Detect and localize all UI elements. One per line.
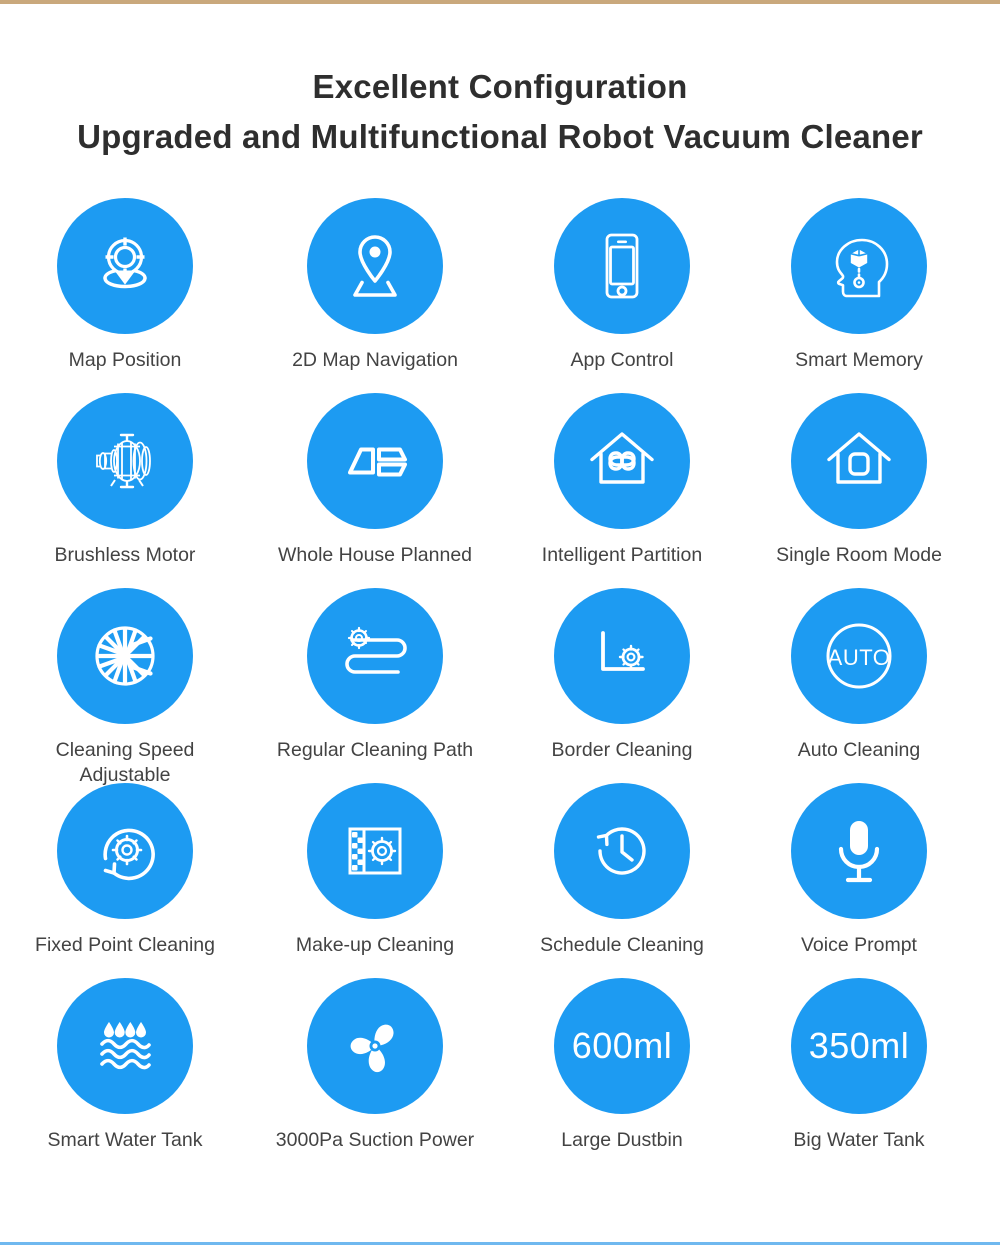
feature-item: Whole House Planned	[250, 393, 500, 588]
volume-text-icon: 350ml	[791, 978, 927, 1114]
feature-label: Single Room Mode	[776, 544, 942, 566]
feature-item: Cleaning Speed Adjustable	[0, 588, 250, 786]
water-tank-capacity-text: 350ml	[808, 1025, 910, 1066]
feature-label: Voice Prompt	[801, 934, 917, 956]
brushless-motor-icon	[57, 393, 193, 529]
feature-label: Smart Memory	[795, 349, 923, 371]
smartphone-icon	[554, 198, 690, 334]
house-partition-clover-icon	[554, 393, 690, 529]
feature-item: 3000Pa Suction Power	[250, 978, 500, 1173]
fan-blades-icon	[307, 978, 443, 1114]
dirty-area-robot-icon	[307, 783, 443, 919]
spiral-arrow-robot-icon	[57, 783, 193, 919]
auto-circle-icon: AUTO	[791, 588, 927, 724]
feature-item: Map Position	[0, 198, 250, 393]
feature-item: Smart Water Tank	[0, 978, 250, 1173]
feature-label: Make-up Cleaning	[295, 934, 455, 956]
feature-item: Smart Memory	[734, 198, 984, 393]
feature-item: Regular Cleaning Path	[250, 588, 500, 783]
feature-item: Intelligent Partition	[497, 393, 747, 588]
feature-item: Voice Prompt	[734, 783, 984, 978]
feature-label: Border Cleaning	[551, 739, 693, 761]
feature-label: Schedule Cleaning	[540, 934, 704, 956]
page-title-line-1: Excellent Configuration	[312, 68, 688, 105]
map-position-icon	[57, 198, 193, 334]
microphone-icon	[791, 783, 927, 919]
head-memory-cube-icon	[791, 198, 927, 334]
feature-item: AUTO Auto Cleaning	[734, 588, 984, 783]
feature-label: Smart Water Tank	[47, 1129, 203, 1151]
feature-item: Make-up Cleaning	[250, 783, 500, 978]
feature-item: Single Room Mode	[734, 393, 984, 588]
dustbin-capacity-text: 600ml	[571, 1025, 673, 1066]
feature-label: Cleaning Speed Adjustable	[55, 739, 195, 786]
feature-label: Brushless Motor	[54, 544, 196, 566]
feature-item: 350ml Big Water Tank	[734, 978, 984, 1173]
feature-label: Map Position	[68, 349, 182, 371]
page-header: Excellent Configuration Upgraded and Mul…	[0, 62, 1000, 162]
feature-label: Auto Cleaning	[797, 739, 921, 761]
corner-border-icon	[554, 588, 690, 724]
volume-text-icon: 600ml	[554, 978, 690, 1114]
feature-label: 2D Map Navigation	[292, 349, 458, 371]
feature-label: Big Water Tank	[793, 1129, 925, 1151]
feature-item: App Control	[497, 198, 747, 393]
feature-label: Large Dustbin	[561, 1129, 683, 1151]
feature-label: Regular Cleaning Path	[276, 739, 474, 761]
feature-item: Brushless Motor	[0, 393, 250, 588]
feature-item: 600ml Large Dustbin	[497, 978, 747, 1173]
house-single-room-icon	[791, 393, 927, 529]
spoked-wheel-icon	[57, 588, 193, 724]
feature-item: Schedule Cleaning	[497, 783, 747, 978]
feature-label: Fixed Point Cleaning	[35, 934, 215, 956]
feature-item: Fixed Point Cleaning	[0, 783, 250, 978]
map-pin-navigation-icon	[307, 198, 443, 334]
feature-grid: Map Position 2D Map Navigation App Contr…	[0, 198, 1000, 1173]
page-title-line-2: Upgraded and Multifunctional Robot Vacuu…	[77, 118, 923, 155]
feature-item: Border Cleaning	[497, 588, 747, 783]
feature-page: Excellent Configuration Upgraded and Mul…	[0, 0, 1000, 1245]
serpentine-path-icon	[307, 588, 443, 724]
feature-item: 2D Map Navigation	[250, 198, 500, 393]
water-droplets-waves-icon	[57, 978, 193, 1114]
feature-label: Intelligent Partition	[541, 544, 703, 566]
clock-history-icon	[554, 783, 690, 919]
auto-badge-text: AUTO	[828, 645, 891, 670]
house-plan-rooms-icon	[307, 393, 443, 529]
feature-label: 3000Pa Suction Power	[275, 1129, 475, 1151]
feature-label: Whole House Planned	[277, 544, 473, 566]
feature-label: App Control	[570, 349, 674, 371]
